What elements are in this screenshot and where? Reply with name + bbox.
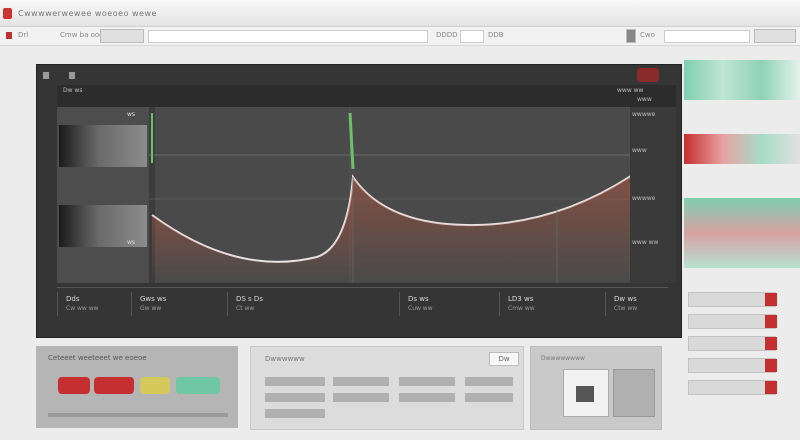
- status-cell: Ds ws Cuw ww: [399, 292, 500, 316]
- progress-track[interactable]: [48, 413, 228, 417]
- sidebar-row-badge: [765, 381, 777, 394]
- status-subtitle: Ctw ww: [614, 305, 638, 312]
- sidebar-swatch-mixed[interactable]: [684, 198, 800, 268]
- status-subtitle: Cw ww ww: [66, 305, 99, 312]
- waveform-plot: [149, 107, 630, 283]
- status-row: Dds Cw ww ww Gws ws Gw ww DS s Ds Ct ww …: [57, 287, 668, 318]
- sidebar-row-badge: [765, 359, 777, 372]
- app-icon: [3, 8, 12, 19]
- plot-area: ws ws: [57, 107, 630, 283]
- action-button[interactable]: Dw: [489, 352, 519, 366]
- preview-box[interactable]: [563, 369, 609, 417]
- status-value: LD3 ws: [508, 295, 534, 303]
- grid-cell[interactable]: [333, 377, 389, 386]
- sidebar-row[interactable]: [688, 292, 777, 307]
- sidebar-swatch-green[interactable]: [684, 60, 800, 100]
- toolbar-input[interactable]: [148, 30, 428, 43]
- status-subtitle: Gw ww: [140, 305, 162, 312]
- bottom-panel-right: Dwwwwwwww: [530, 346, 662, 430]
- bottom-mid-title: Dwwwwww: [265, 355, 305, 363]
- status-cell: Dw ws Ctw ww: [605, 292, 666, 316]
- preview-side-panel: [613, 369, 655, 417]
- grid-cell[interactable]: [333, 393, 389, 402]
- title-bar: Cwwwwerwewee woeoeo wewe: [0, 0, 800, 27]
- close-button[interactable]: [637, 68, 659, 82]
- grid-cell[interactable]: [399, 377, 455, 386]
- sidebar-row[interactable]: [688, 358, 777, 373]
- status-value: Dw ws: [614, 295, 637, 303]
- panel-pin-icon[interactable]: [69, 72, 75, 79]
- status-subtitle: Cuw ww: [408, 305, 433, 312]
- panel-menu-icon[interactable]: [43, 72, 49, 79]
- sidebar-swatch-red[interactable]: [684, 134, 800, 164]
- axis-label-column: wwwwe www wwwwe www ww: [630, 107, 676, 283]
- grid-cell[interactable]: [265, 409, 325, 418]
- right-sidebar: [684, 60, 800, 432]
- panel-header-value-1: www ww: [617, 87, 644, 94]
- toolbar: Drl Cmw ba ooooo DDDD DDB Cwo: [0, 27, 800, 46]
- preview-icon: [576, 386, 594, 402]
- toolbar-field-3[interactable]: Cwo: [640, 31, 655, 39]
- axis-label-2: www: [632, 147, 647, 154]
- tag-red-2[interactable]: [94, 377, 134, 394]
- sidebar-row-badge: [765, 337, 777, 350]
- sidebar-row-badge: [765, 293, 777, 306]
- axis-label-3: wwwwe: [632, 195, 656, 202]
- tag-red[interactable]: [58, 377, 90, 394]
- status-cell: DS s Ds Ct ww: [227, 292, 328, 316]
- bottom-left-title: Ceteeet weeteeet we eoeoe: [48, 354, 147, 362]
- toolbar-field-2[interactable]: DDB: [488, 31, 504, 39]
- grid-cell[interactable]: [265, 393, 325, 402]
- bottom-right-title: Dwwwwwwww: [541, 355, 585, 362]
- sidebar-row-badge: [765, 315, 777, 328]
- status-value: Gws ws: [140, 295, 167, 303]
- record-icon[interactable]: [6, 32, 12, 39]
- sidebar-row[interactable]: [688, 314, 777, 329]
- toolbar-button[interactable]: [100, 29, 144, 43]
- status-subtitle: Ct ww: [236, 305, 255, 312]
- bottom-panel-middle: Dwwwwww Dw: [250, 346, 524, 430]
- status-value: DS s Ds: [236, 295, 263, 303]
- toolbar-search-input[interactable]: [664, 30, 750, 43]
- sidebar-row[interactable]: [688, 336, 777, 351]
- grid-cell[interactable]: [265, 377, 325, 386]
- grid-cell[interactable]: [399, 393, 455, 402]
- tag-yellow[interactable]: [140, 377, 170, 394]
- grid-cell[interactable]: [465, 393, 513, 402]
- status-cell: Gws ws Gw ww: [131, 292, 232, 316]
- tag-green[interactable]: [176, 377, 220, 394]
- window-title: Cwwwwerwewee woeoeo wewe: [18, 9, 157, 18]
- grid-cell[interactable]: [465, 377, 513, 386]
- toolbar-small-input[interactable]: [460, 30, 484, 43]
- axis-label-4: www ww: [632, 239, 659, 246]
- axis-label-1: wwwwe: [632, 111, 656, 118]
- status-value: Ds ws: [408, 295, 429, 303]
- panel-header-value-2: www: [637, 96, 652, 103]
- toolbar-item-1[interactable]: Drl: [18, 31, 28, 39]
- toolbar-field-1[interactable]: DDDD: [436, 31, 458, 39]
- panel-header-label: Dw ws: [63, 87, 83, 94]
- bottom-panel-left: Ceteeet weeteeet we eoeoe: [36, 346, 238, 428]
- status-cell: LD3 ws Cmw ww: [499, 292, 600, 316]
- status-value: Dds: [66, 295, 80, 303]
- main-panel: Dw ws www ww www ws ws wwwwe www wwwwe w…: [36, 64, 682, 338]
- toolbar-icon[interactable]: [626, 29, 636, 43]
- sidebar-row[interactable]: [688, 380, 777, 395]
- toolbar-end-button[interactable]: [754, 29, 796, 43]
- status-subtitle: Cmw ww: [508, 305, 535, 312]
